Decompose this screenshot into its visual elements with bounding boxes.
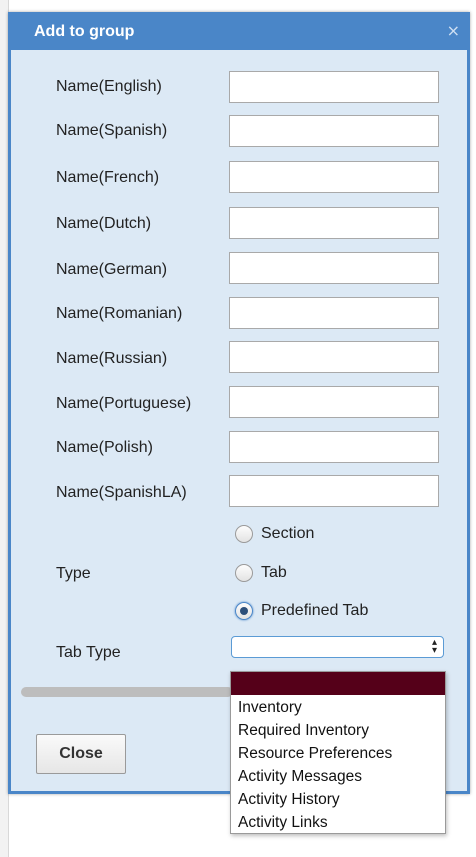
select-arrows-icon: ▴ ▾: [431, 637, 437, 656]
name-portuguese-label: Name(Portuguese): [56, 395, 192, 412]
name-russian-label: Name(Russian): [56, 350, 168, 367]
name-french-label: Name(French): [56, 169, 160, 186]
tab-type-dropdown: Inventory Required Inventory Resource Pr…: [230, 671, 446, 834]
radio-predefined-tab[interactable]: [235, 602, 253, 620]
name-romanian-label: Name(Romanian): [56, 305, 183, 322]
radio-section[interactable]: [235, 525, 253, 543]
name-german-label: Name(German): [56, 261, 168, 278]
type-option-section-label: Section: [261, 525, 315, 542]
type-option-predefined-tab-label: Predefined Tab: [261, 602, 369, 619]
name-english-label: Name(English): [56, 78, 162, 95]
radio-tab[interactable]: [235, 564, 253, 582]
dropdown-option-resource-preferences[interactable]: Resource Preferences: [231, 742, 445, 765]
name-english-field[interactable]: [229, 71, 439, 103]
dropdown-option-activity-history[interactable]: Activity History: [231, 788, 445, 811]
tab-type-label: Tab Type: [56, 644, 121, 661]
name-portuguese-field[interactable]: [229, 386, 439, 418]
name-dutch-label: Name(Dutch): [56, 215, 152, 232]
name-dutch-field[interactable]: [229, 207, 439, 239]
tab-type-select[interactable]: ▴ ▾: [231, 636, 444, 658]
name-german-field[interactable]: [229, 252, 439, 284]
name-spanish-field[interactable]: [229, 115, 439, 147]
close-button[interactable]: Close: [36, 734, 126, 774]
horizontal-scrollbar[interactable]: [21, 687, 233, 697]
name-spanishla-label: Name(SpanishLA): [56, 484, 187, 501]
dialog-title: Add to group: [34, 23, 135, 40]
name-polish-label: Name(Polish): [56, 439, 153, 456]
dialog-titlebar: Add to group ×: [8, 12, 470, 50]
type-option-section[interactable]: Section: [235, 523, 314, 545]
dropdown-option-blank[interactable]: [231, 672, 445, 695]
close-icon[interactable]: ×: [447, 21, 460, 40]
name-russian-field[interactable]: [229, 341, 439, 373]
dropdown-option-activity-messages[interactable]: Activity Messages: [231, 765, 445, 788]
name-spanish-label: Name(Spanish): [56, 122, 168, 139]
dropdown-option-inventory[interactable]: Inventory: [231, 696, 445, 719]
type-option-tab-label: Tab: [261, 564, 287, 581]
type-option-predefined-tab[interactable]: Predefined Tab: [235, 600, 368, 622]
name-polish-field[interactable]: [229, 431, 439, 463]
dropdown-option-activity-links[interactable]: Activity Links: [231, 811, 445, 834]
page: Add to group × Name(English) Name(Spanis…: [0, 0, 476, 857]
name-spanishla-field[interactable]: [229, 475, 439, 507]
name-romanian-field[interactable]: [229, 297, 439, 329]
type-label: Type: [56, 565, 91, 582]
type-option-tab[interactable]: Tab: [235, 562, 287, 584]
dropdown-option-required-inventory[interactable]: Required Inventory: [231, 719, 445, 742]
name-french-field[interactable]: [229, 161, 439, 193]
